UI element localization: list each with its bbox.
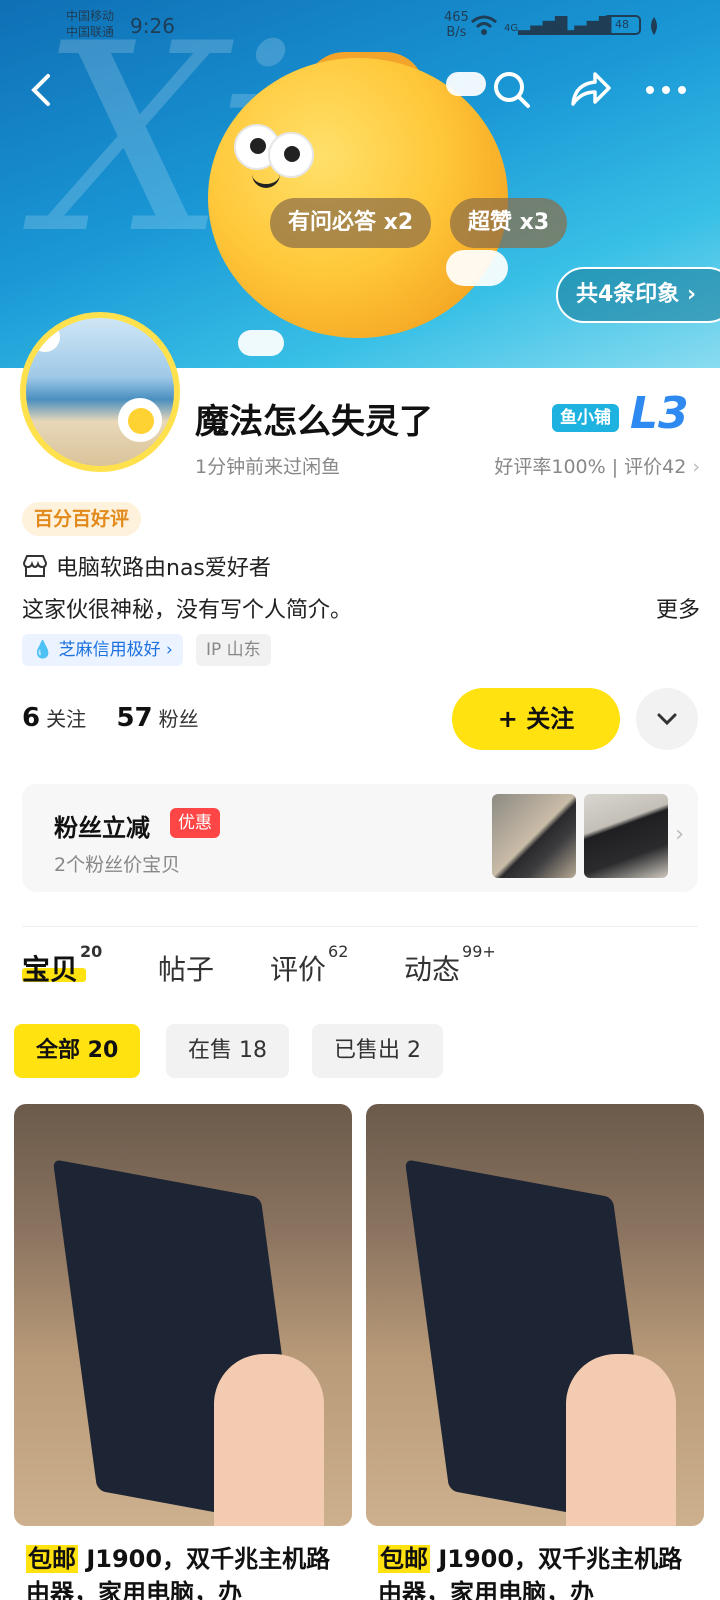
- network-speed: 465 B/s: [444, 10, 469, 40]
- discount-tag: 优惠: [170, 808, 220, 838]
- avatar[interactable]: [20, 312, 180, 472]
- filter-all[interactable]: 全部 20: [14, 1024, 141, 1078]
- follow-stats: 6 关注 57 粉丝: [22, 703, 199, 733]
- product-title[interactable]: 包邮 J1900，双千兆主机路由器，家用电脑，办: [378, 1542, 698, 1600]
- cloud: [446, 250, 508, 286]
- more-dots-icon: [646, 86, 686, 94]
- product-image[interactable]: [14, 1104, 352, 1526]
- bio-text: 这家伙很神秘，没有写个人简介。: [22, 598, 353, 623]
- divider: [22, 926, 698, 927]
- search-button[interactable]: [488, 66, 536, 114]
- battery-icon: 48: [603, 15, 641, 35]
- filter-on-sale[interactable]: 在售 18: [166, 1024, 289, 1078]
- product-title[interactable]: 包邮 J1900，双千兆主机路由器，家用电脑，办: [26, 1542, 346, 1600]
- category-text: 电脑软路由nas爱好者: [56, 556, 271, 581]
- wifi-icon: [471, 15, 497, 35]
- avatar-chick: [128, 408, 154, 434]
- more-link[interactable]: 更多: [656, 592, 700, 624]
- credit-text: 芝麻信用极好: [58, 640, 161, 660]
- rating-text: 好评率100% | 评价42: [494, 456, 687, 478]
- more-options-button[interactable]: [642, 66, 690, 114]
- good-review-badge: 百分百好评: [22, 502, 142, 536]
- filter-sold[interactable]: 已售出 2: [312, 1024, 443, 1078]
- product-thumbnail[interactable]: [584, 794, 668, 878]
- carrier-1: 中国移动: [66, 9, 115, 23]
- product-image[interactable]: [366, 1104, 704, 1526]
- cloud: [446, 72, 486, 96]
- tab-posts[interactable]: 帖子: [158, 948, 214, 988]
- free-shipping-tag: 包邮: [26, 1545, 78, 1573]
- tab-activity[interactable]: 动态99+: [404, 942, 496, 988]
- ip-location: IP 山东: [196, 634, 271, 666]
- tab-reviews[interactable]: 评价62: [270, 942, 348, 988]
- chevron-right-icon: ›: [692, 456, 700, 478]
- last-seen: 1分钟前来过闲鱼: [195, 456, 341, 478]
- rating-summary[interactable]: 好评率100% | 评价42 ›: [494, 452, 700, 479]
- share-icon: [571, 72, 611, 106]
- credit-badge[interactable]: 💧 芝麻信用极好 ›: [22, 634, 183, 666]
- fans-card-title: 粉丝立减: [54, 814, 150, 842]
- back-button[interactable]: [18, 66, 66, 114]
- tab-items[interactable]: 宝贝20: [22, 942, 102, 988]
- product-thumbnail[interactable]: [492, 794, 576, 878]
- fans-stat[interactable]: 57 粉丝: [116, 703, 198, 733]
- speed-unit: B/s: [446, 25, 467, 40]
- flame-icon: 💧: [32, 640, 54, 660]
- store-tag[interactable]: 鱼小铺: [552, 404, 619, 432]
- status-time: 9:26: [130, 14, 175, 38]
- hand-image: [566, 1354, 676, 1526]
- seller-level[interactable]: L3: [630, 390, 689, 438]
- fans-discount-card[interactable]: 粉丝立减 优惠 2个粉丝价宝贝 ›: [22, 784, 698, 892]
- back-arrow-icon: [31, 74, 50, 106]
- shop-category: 电脑软路由nas爱好者: [22, 550, 271, 582]
- avatar-flower: [30, 322, 60, 352]
- chevron-right-icon: ›: [675, 822, 684, 847]
- impression-label: 共4条印象: [576, 282, 680, 307]
- cloud: [238, 330, 284, 356]
- impression-link[interactable]: 共4条印象 ›: [556, 267, 720, 323]
- fans-card-subtitle: 2个粉丝价宝贝: [54, 854, 181, 876]
- hand-image: [214, 1354, 324, 1526]
- following-stat[interactable]: 6 关注: [22, 703, 86, 733]
- expand-button[interactable]: [636, 688, 698, 750]
- carrier-labels: 中国移动 中国联通: [66, 8, 114, 40]
- shop-name: 魔法怎么失灵了: [195, 402, 433, 442]
- product-card[interactable]: 包邮 J1900，双千兆主机路由器，家用电脑，办: [14, 1104, 352, 1600]
- speed-value: 465: [444, 10, 469, 25]
- honor-badge[interactable]: 超赞 x3: [450, 198, 568, 248]
- leaf-icon: [651, 17, 657, 35]
- follow-button[interactable]: + 关注: [452, 688, 620, 750]
- product-card[interactable]: 包邮 J1900，双千兆主机路由器，家用电脑，办: [366, 1104, 704, 1600]
- honor-badge[interactable]: 有问必答 x2: [270, 198, 432, 248]
- chevron-down-icon: [657, 713, 677, 725]
- shop-icon: [22, 555, 48, 577]
- carrier-2: 中国联通: [66, 25, 115, 39]
- status-bar: 中国移动 中国联通 9:26 465 B/s 4G▂▄▆█ 4G▂▄▆█ 48: [0, 0, 720, 48]
- signal-icon: 4G▂▄▆█: [548, 16, 612, 35]
- share-button[interactable]: [566, 66, 614, 114]
- search-icon: [494, 72, 530, 108]
- free-shipping-tag: 包邮: [378, 1545, 430, 1573]
